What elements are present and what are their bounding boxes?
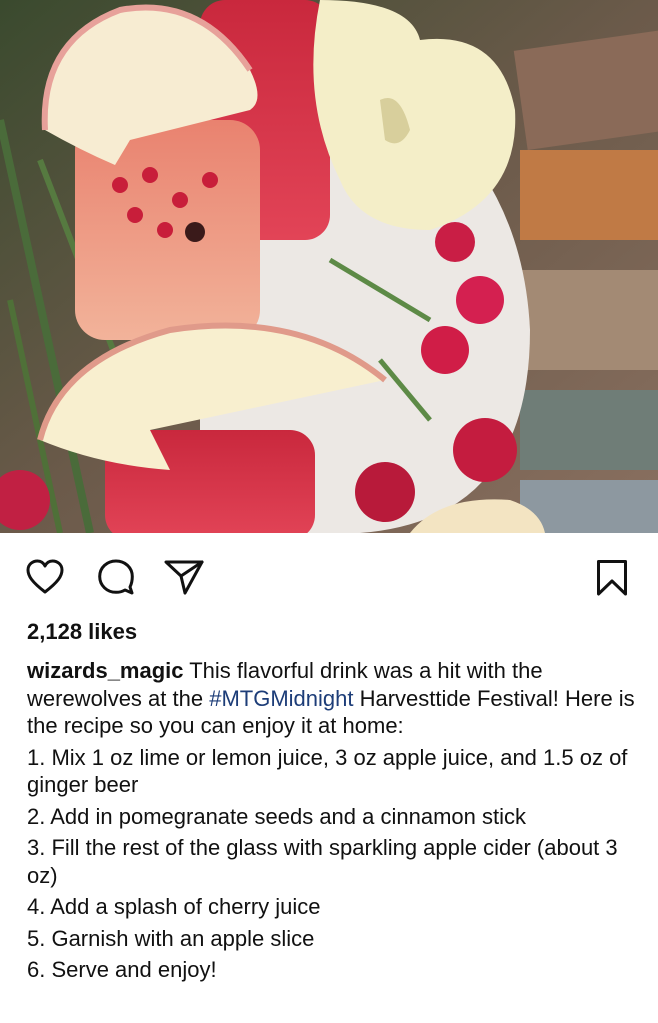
like-count[interactable]: 2,128 likes bbox=[27, 619, 137, 645]
post-photo[interactable] bbox=[0, 0, 658, 533]
comment-bubble-icon[interactable] bbox=[97, 559, 135, 600]
recipe-step: 2. Add in pomegranate seeds and a cinnam… bbox=[27, 803, 526, 829]
paper-plane-icon[interactable] bbox=[164, 559, 204, 600]
heart-icon[interactable] bbox=[26, 559, 64, 600]
bookmark-icon[interactable] bbox=[596, 559, 628, 602]
recipe-step: 3. Fill the rest of the glass with spark… bbox=[27, 835, 618, 888]
recipe-step: 1. Mix 1 oz lime or lemon juice, 3 oz ap… bbox=[27, 744, 628, 798]
recipe-step: 4. Add a splash of cherry juice bbox=[27, 894, 321, 919]
recipe-step: 6. Serve and enjoy! bbox=[27, 957, 217, 982]
recipe-steps: 1. Mix 1 oz lime or lemon juice, 3 oz ap… bbox=[27, 744, 637, 984]
hashtag-link[interactable]: #MTGMidnight bbox=[209, 686, 353, 711]
post-caption: wizards_magic This flavorful drink was a… bbox=[27, 657, 637, 988]
post-action-bar bbox=[0, 533, 658, 619]
recipe-step: 5. Garnish with an apple slice bbox=[27, 925, 315, 951]
cocktail-photo bbox=[0, 0, 658, 533]
username-link[interactable]: wizards_magic bbox=[27, 658, 184, 683]
